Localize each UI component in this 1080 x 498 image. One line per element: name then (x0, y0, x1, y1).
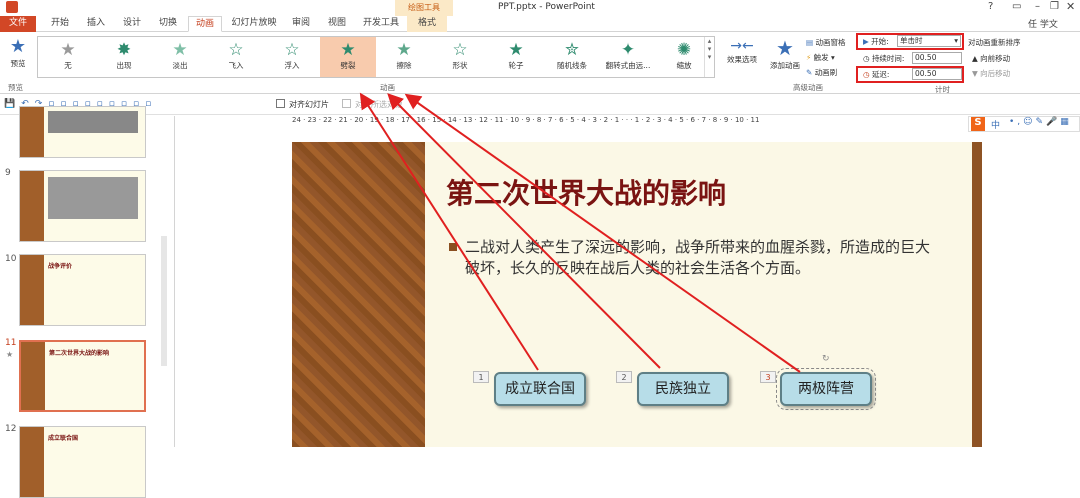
arrow-1 (359, 92, 539, 371)
ime-toolbar[interactable]: S 中 •,☺✎🎤▦ (968, 116, 1080, 132)
sogou-icon: S (971, 117, 985, 131)
ime-mode-label: 中 (991, 121, 1001, 131)
ime-tools-icons: •,☺✎🎤▦ (1009, 117, 1072, 127)
annotation-arrows (359, 92, 801, 373)
right-margin: S 中 •,☺✎🎤▦ (968, 116, 1080, 447)
arrow-3 (404, 93, 801, 373)
arrow-2 (387, 93, 661, 369)
